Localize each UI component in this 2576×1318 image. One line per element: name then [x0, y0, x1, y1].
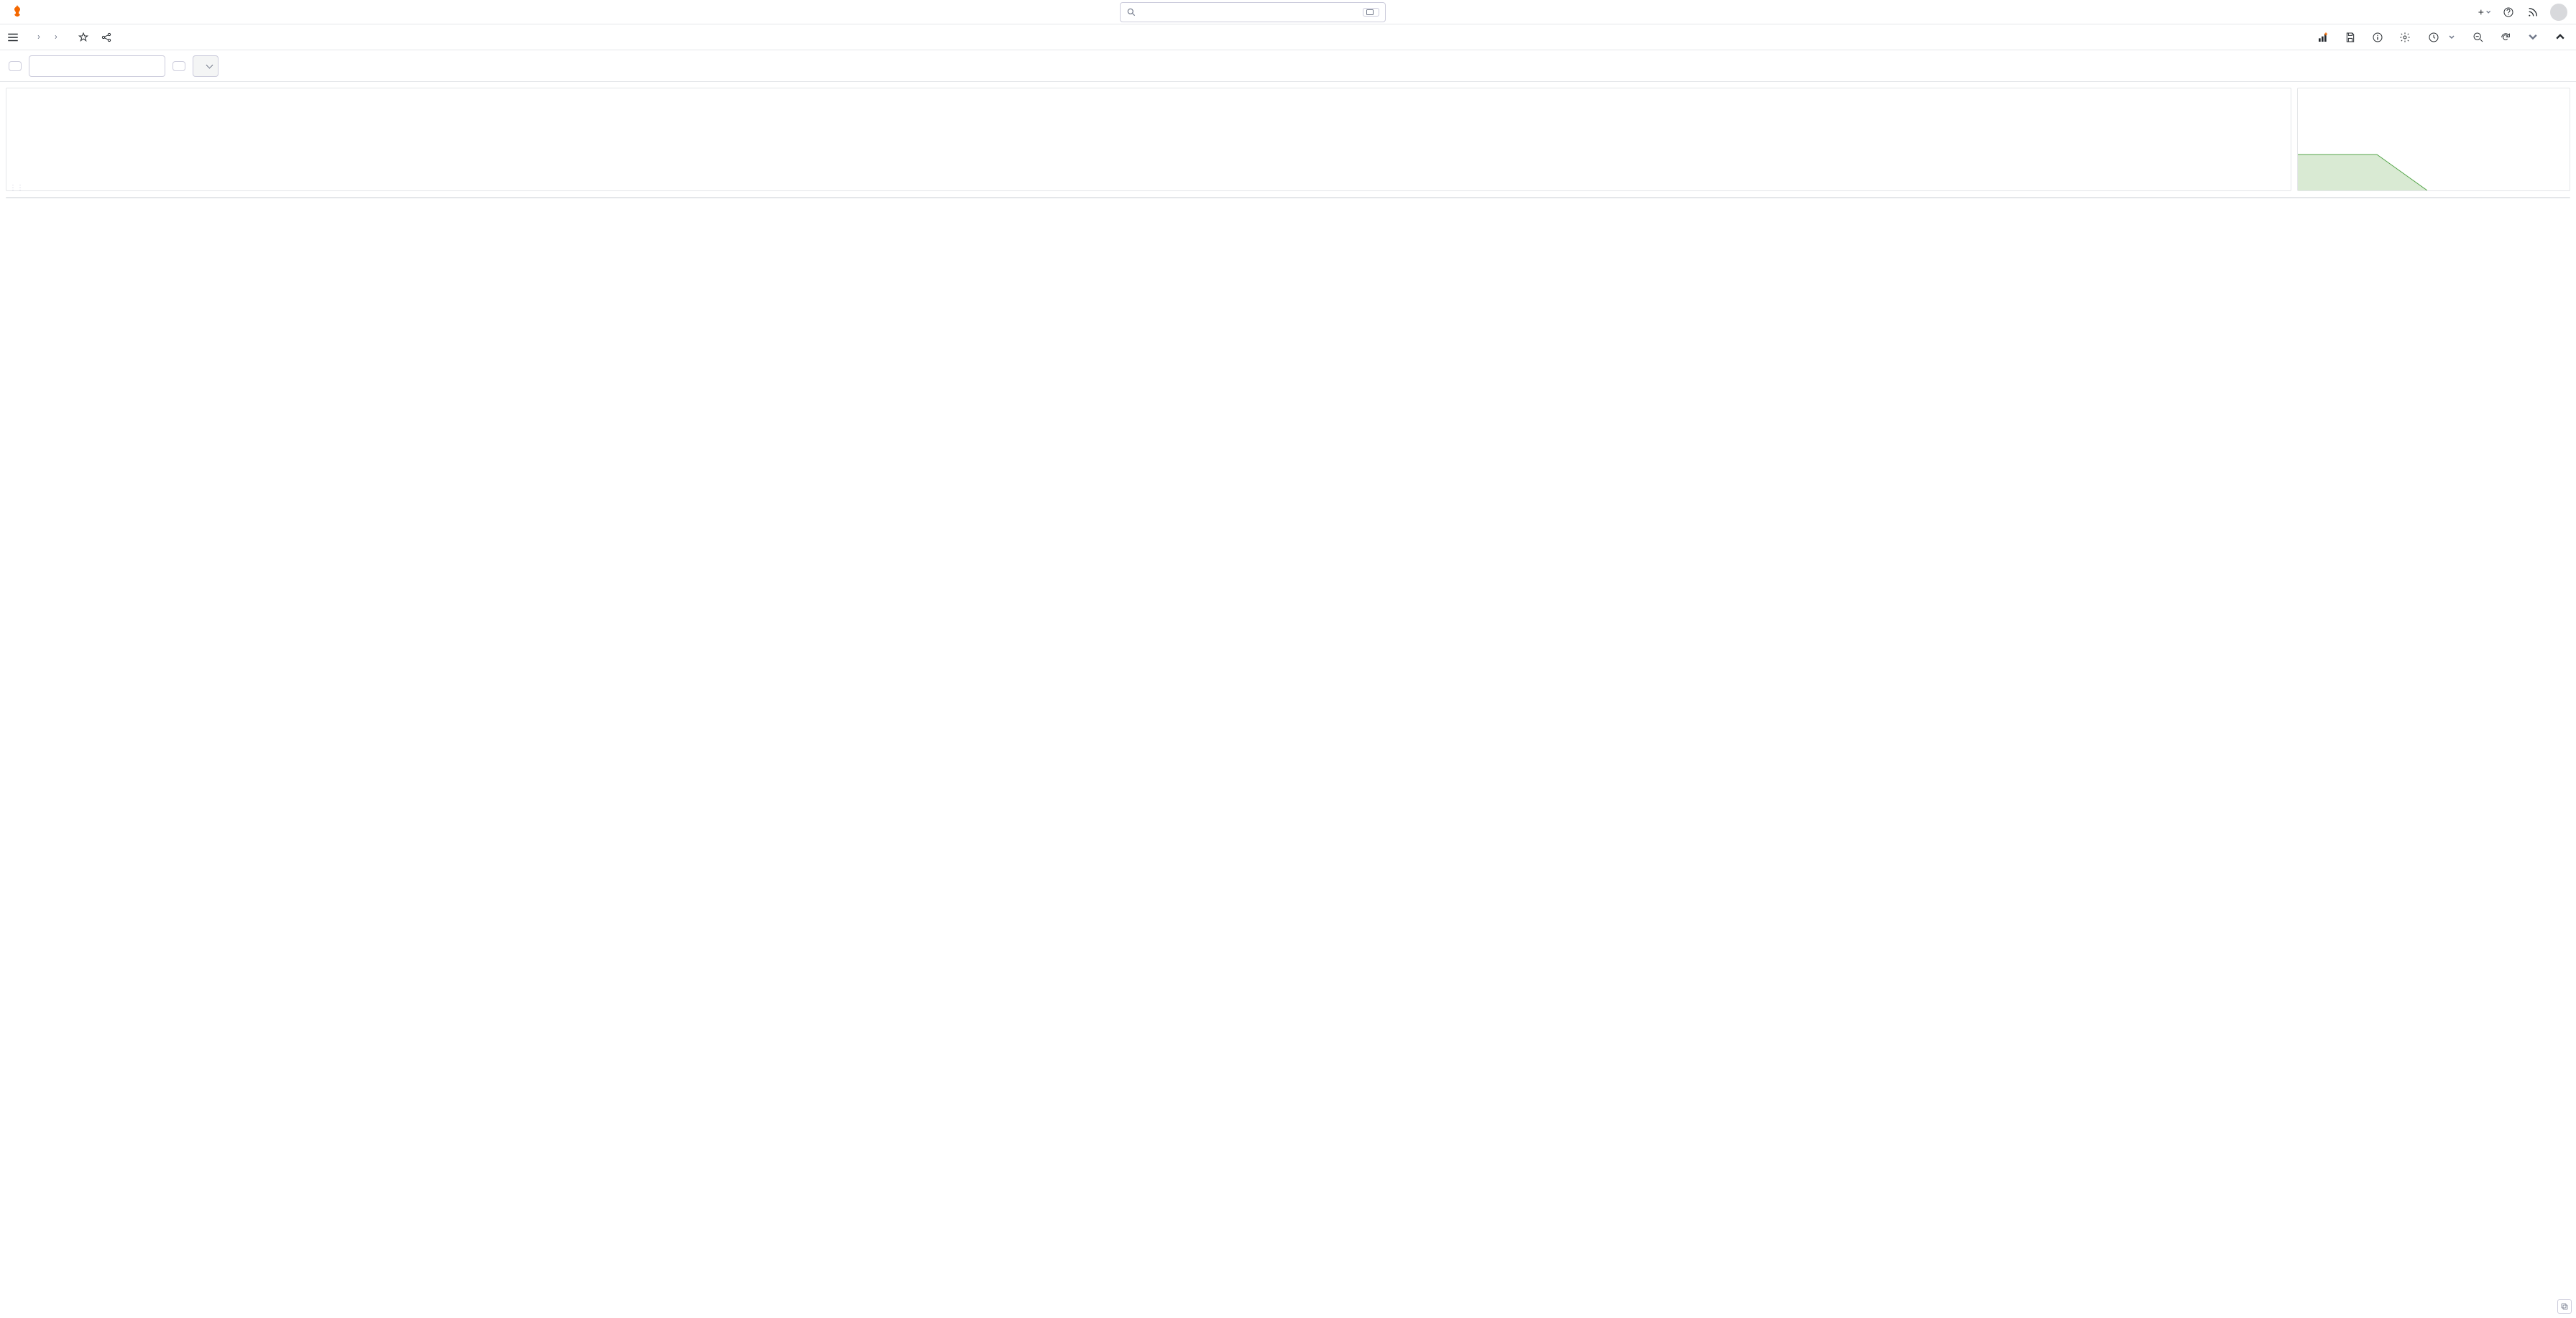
- chevron-down-icon: [2448, 34, 2455, 41]
- time-range-picker[interactable]: [2422, 27, 2461, 47]
- add-menu[interactable]: [2477, 5, 2491, 19]
- refresh-interval-menu[interactable]: [2523, 27, 2543, 47]
- panel-events-timeline: ⋮⋮: [6, 88, 2291, 191]
- save-icon[interactable]: [2340, 27, 2360, 47]
- share-icon[interactable]: [99, 30, 114, 45]
- menu-icon[interactable]: [6, 30, 20, 45]
- copy-icon[interactable]: [2557, 1299, 2572, 1314]
- panel-title: [6, 88, 2291, 97]
- chevron-down-icon: [2485, 9, 2491, 16]
- top-nav: [0, 0, 2576, 24]
- sparkline: [2298, 140, 2427, 190]
- chevron-right-icon: ›: [37, 32, 40, 42]
- refresh-icon[interactable]: [2496, 27, 2516, 47]
- star-icon[interactable]: [76, 30, 91, 45]
- zoom-out-icon[interactable]: [2468, 27, 2488, 47]
- chevron-right-icon: ›: [55, 32, 58, 42]
- template-variables: [0, 50, 2576, 82]
- user-avatar[interactable]: [2550, 4, 2567, 21]
- search-icon: [1126, 7, 1136, 17]
- info-icon[interactable]: [2368, 27, 2388, 47]
- drag-handle-icon[interactable]: ⋮⋮: [9, 184, 24, 192]
- search-input[interactable]: [1136, 6, 1363, 17]
- settings-icon[interactable]: [2395, 27, 2415, 47]
- var-search-query-input[interactable]: [29, 55, 165, 77]
- collapse-icon[interactable]: [2550, 27, 2570, 47]
- rss-icon[interactable]: [2526, 5, 2540, 19]
- grafana-logo-icon[interactable]: [9, 4, 26, 21]
- search-shortcut: [1363, 8, 1379, 17]
- help-icon[interactable]: [2501, 5, 2516, 19]
- add-panel-icon[interactable]: [2313, 27, 2333, 47]
- clock-icon: [2428, 32, 2439, 43]
- var-log-group-label[interactable]: [172, 61, 185, 71]
- panel-total-events: [2297, 88, 2570, 191]
- global-search[interactable]: [1120, 2, 1386, 22]
- breadcrumb-bar: › ›: [0, 24, 2576, 50]
- var-search-query-label[interactable]: [9, 61, 22, 71]
- var-log-group-select[interactable]: [193, 55, 218, 77]
- panel-title: [2298, 88, 2570, 97]
- panel-logs: [6, 197, 2570, 198]
- timeline-chart[interactable]: ⋮⋮: [6, 97, 2291, 190]
